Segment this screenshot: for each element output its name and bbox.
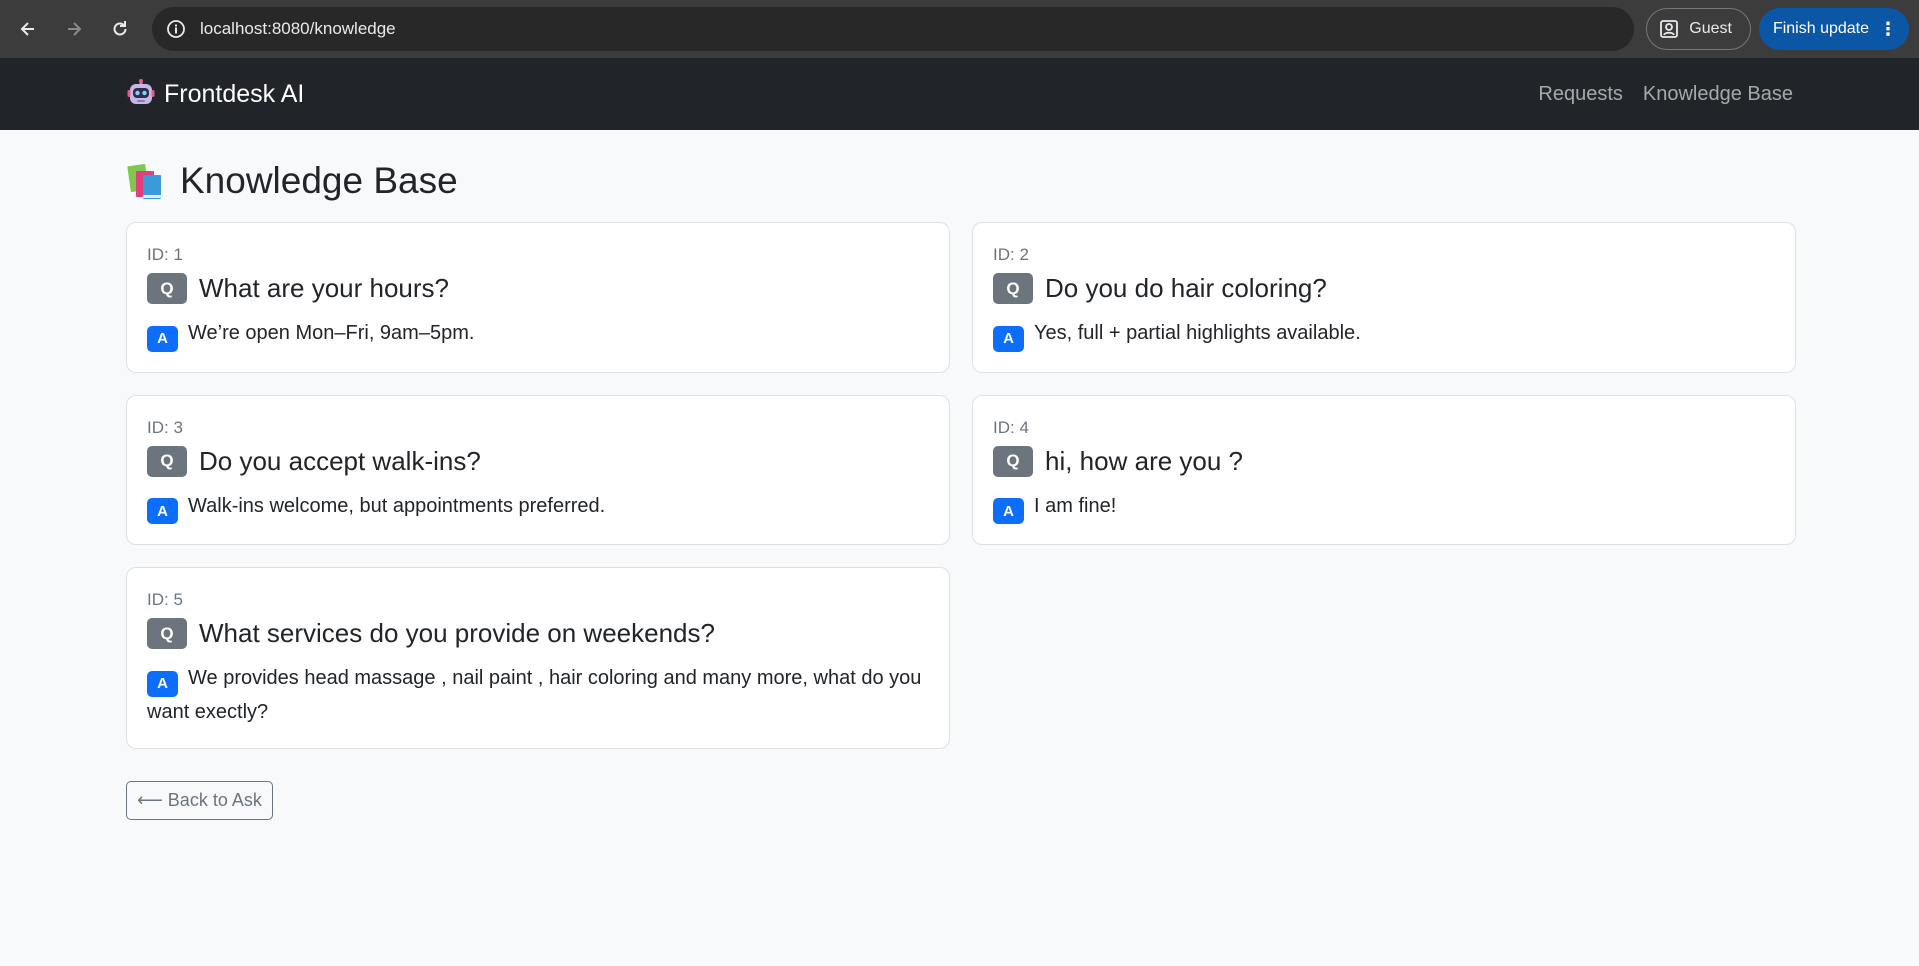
entry-question: What are your hours? bbox=[199, 273, 450, 303]
main-content: Knowledge Base ID: 1 Q What are your hou… bbox=[0, 160, 1919, 820]
question-badge: Q bbox=[993, 445, 1033, 477]
knowledge-card: ID: 2 Q Do you do hair coloring? A Yes, f… bbox=[972, 222, 1796, 373]
entry-answer-row: A We’re open Mon–Fri, 9am–5pm. bbox=[147, 318, 929, 352]
knowledge-card: ID: 3 Q Do you accept walk-ins? A Walk-in… bbox=[126, 394, 950, 545]
back-to-ask-button[interactable]: ⟵ Back to Ask bbox=[126, 780, 273, 820]
entry-question: Do you do hair coloring? bbox=[1045, 273, 1327, 303]
nav-links: Requests Knowledge Base bbox=[1538, 83, 1793, 106]
address-bar[interactable]: localhost:8080/knowledge bbox=[152, 7, 1635, 51]
question-badge: Q bbox=[993, 273, 1033, 304]
entry-answer: We’re open Mon–Fri, 9am–5pm. bbox=[188, 322, 475, 344]
finish-update-button[interactable]: Finish update ⋮ bbox=[1758, 8, 1909, 50]
entry-answer: Yes, full + partial highlights available… bbox=[1034, 322, 1361, 344]
entry-id: ID: 2 bbox=[993, 245, 1029, 264]
nav-link-requests[interactable]: Requests bbox=[1538, 83, 1623, 106]
knowledge-card: ID: 5 Q What services do you provide on … bbox=[126, 567, 950, 749]
knowledge-card: ID: 4 Q hi, how are you ? A I am fine! bbox=[972, 394, 1796, 545]
answer-badge: A bbox=[993, 325, 1024, 352]
knowledge-card: ID: 1 Q What are your hours? A We’re open… bbox=[126, 222, 950, 373]
entry-answer: I am fine! bbox=[1034, 494, 1117, 517]
reload-icon[interactable] bbox=[102, 11, 138, 47]
books-icon bbox=[127, 164, 161, 199]
entry-id: ID: 5 bbox=[147, 590, 183, 609]
forward-arrow-icon[interactable] bbox=[56, 11, 92, 47]
question-badge: Q bbox=[147, 273, 187, 304]
entry-answer: Walk-ins welcome, but appointments prefe… bbox=[188, 494, 606, 517]
robot-icon bbox=[127, 79, 155, 104]
entry-question: What services do you provide on weekends… bbox=[199, 618, 715, 648]
entry-answer-row: A We provides head massage , nail paint ,… bbox=[147, 663, 929, 728]
entry-question: Do you accept walk-ins? bbox=[199, 445, 481, 476]
entry-question: hi, how are you ? bbox=[1045, 445, 1244, 476]
entry-id: ID: 1 bbox=[147, 245, 183, 264]
app-navbar: Frontdesk AI Requests Knowledge Base bbox=[0, 58, 1919, 130]
answer-badge: A bbox=[147, 325, 178, 352]
answer-badge: A bbox=[993, 498, 1024, 524]
more-menu-icon[interactable]: ⋮ bbox=[1879, 20, 1897, 38]
answer-badge: A bbox=[147, 498, 178, 524]
page-title: Knowledge Base bbox=[126, 160, 1793, 202]
browser-toolbar: localhost:8080/knowledge Guest Finish up… bbox=[0, 0, 1919, 58]
finish-update-label: Finish update bbox=[1772, 20, 1869, 37]
entry-id: ID: 4 bbox=[993, 417, 1029, 437]
guest-label: Guest bbox=[1689, 20, 1732, 37]
entry-answer-row: A I am fine! bbox=[993, 491, 1775, 524]
back-arrow-icon[interactable] bbox=[10, 11, 46, 47]
brand[interactable]: Frontdesk AI bbox=[126, 79, 304, 109]
nav-link-knowledge-base[interactable]: Knowledge Base bbox=[1643, 83, 1793, 106]
question-badge: Q bbox=[147, 445, 187, 477]
profile-icon bbox=[1660, 20, 1679, 38]
entry-answer: We provides head massage , nail paint , … bbox=[147, 667, 922, 723]
entry-answer-row: A Walk-ins welcome, but appointments pref… bbox=[147, 491, 929, 524]
page-title-text: Knowledge Base bbox=[180, 160, 458, 201]
entry-answer-row: A Yes, full + partial highlights availabl… bbox=[993, 318, 1775, 352]
entry-id: ID: 3 bbox=[147, 417, 183, 437]
question-badge: Q bbox=[147, 618, 187, 649]
site-info-icon[interactable] bbox=[164, 17, 188, 41]
answer-badge: A bbox=[147, 670, 178, 697]
url-text[interactable]: localhost:8080/knowledge bbox=[200, 19, 396, 39]
guest-profile-button[interactable]: Guest bbox=[1646, 8, 1751, 50]
brand-name: Frontdesk AI bbox=[164, 79, 305, 108]
knowledge-grid: ID: 1 Q What are your hours? A We’re open… bbox=[126, 222, 1796, 749]
